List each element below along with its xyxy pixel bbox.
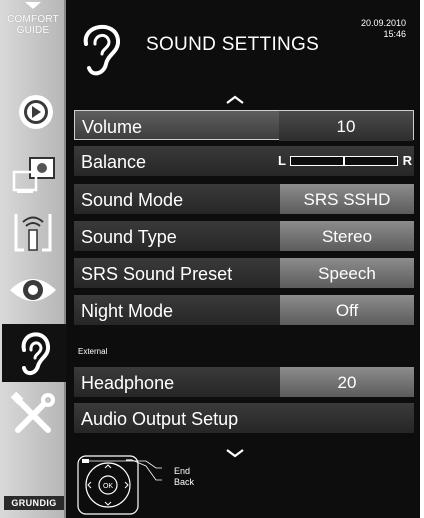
section-label-external: External [78, 347, 108, 356]
row-label: Volume [82, 117, 143, 137]
key-legend: End Back [174, 466, 194, 488]
eye-icon[interactable] [4, 262, 62, 318]
legend-back: Back [174, 477, 195, 487]
row-label: Sound Type [81, 227, 177, 247]
time-text: 15:46 [383, 29, 406, 39]
up-arrow-icon [25, 2, 41, 9]
night-mode-value[interactable]: Off [280, 295, 414, 325]
balance-left-label: L [278, 153, 286, 168]
row-label: Balance [81, 152, 147, 172]
volume-value[interactable]: 10 [279, 111, 413, 141]
remote-signal-icon[interactable] [4, 204, 62, 260]
menu-row-audio-output-setup[interactable]: Audio Output Setup [74, 403, 414, 433]
row-label: Sound Mode [81, 190, 184, 210]
sound-settings-panel: SOUND SETTINGS 20.09.2010 15:46 Volume 1… [66, 0, 420, 518]
row-label: SRS Sound Preset [81, 264, 233, 284]
ok-label: OK [103, 483, 113, 490]
sound-mode-value[interactable]: SRS SSHD [280, 184, 414, 214]
menu-row-sound-type[interactable]: Sound Type Stereo [74, 221, 414, 251]
legend-end: End [174, 466, 191, 476]
balance-slider[interactable]: L R [278, 152, 412, 170]
menu-row-sound-mode[interactable]: Sound Mode SRS SSHD [74, 184, 414, 214]
media-player-icon[interactable] [4, 84, 62, 140]
remote-navigation-icon: OK [77, 455, 162, 515]
tools-icon[interactable] [4, 386, 62, 442]
ear-icon [83, 24, 121, 76]
page-title: SOUND SETTINGS [146, 34, 320, 55]
sound-ear-icon[interactable] [2, 324, 66, 382]
clock: 20.09.2010 15:46 [361, 18, 406, 40]
sound-type-value[interactable]: Stereo [280, 221, 414, 251]
comfort-guide-label[interactable]: COMFORT GUIDE [0, 14, 66, 36]
row-label: Headphone [81, 373, 175, 393]
date-text: 20.09.2010 [360, 18, 406, 28]
menu-row-balance[interactable]: Balance L R [74, 146, 414, 176]
menu-row-headphone[interactable]: Headphone 20 [74, 367, 414, 397]
menu-row-night-mode[interactable]: Night Mode Off [74, 295, 414, 325]
balance-right-label: R [402, 153, 412, 168]
srs-preset-value[interactable]: Speech [280, 258, 414, 288]
row-label: Audio Output Setup [81, 409, 239, 429]
scroll-down-icon[interactable] [225, 448, 245, 458]
sidebar: COMFORT GUIDE GRUNDIG [0, 0, 66, 518]
source-icon[interactable] [4, 146, 62, 202]
menu-row-volume[interactable]: Volume 10 [74, 110, 414, 141]
menu-row-srs-sound-preset[interactable]: SRS Sound Preset Speech [74, 258, 414, 288]
brand-logo: GRUNDIG [4, 496, 64, 510]
row-label: Night Mode [81, 301, 174, 321]
scroll-up-icon[interactable] [225, 95, 245, 105]
balance-track [290, 156, 398, 166]
balance-center-marker [343, 157, 345, 165]
headphone-value[interactable]: 20 [280, 367, 414, 397]
